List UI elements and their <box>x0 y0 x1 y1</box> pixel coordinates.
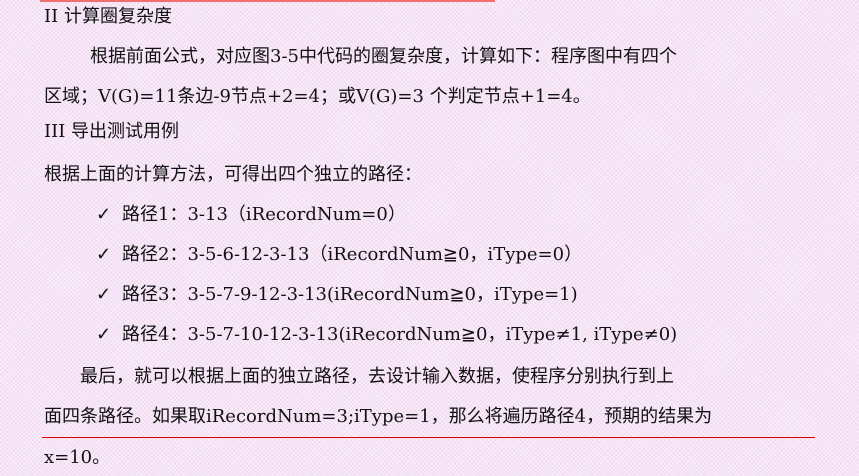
check-icon: ✓ <box>96 244 112 265</box>
paragraph-3-line-3: x=10。 <box>44 447 111 468</box>
path-item-4: ✓ 路径4：3-5-7-10-12-3-13(iRecordNum≧0，iType… <box>96 324 677 346</box>
section-heading-2: II 计算圈复杂度 <box>44 6 172 27</box>
paragraph-3-line-1: 最后，就可以根据上面的独立路径，去设计输入数据，使程序分别执行到上 <box>80 366 674 387</box>
path-text: 路径4：3-5-7-10-12-3-13(iRecordNum≧0，iType≠… <box>122 324 678 345</box>
paragraph-1-line-2: 区域；V(G)=11条边-9节点+2=4；或V(G)=3 个判定节点+1=4。 <box>44 86 591 107</box>
check-icon: ✓ <box>96 204 112 225</box>
path-item-3: ✓ 路径3：3-5-7-9-12-3-13(iRecordNum≧0，iType=… <box>96 284 578 306</box>
red-underline <box>42 437 815 438</box>
paragraph-1-line-1: 根据前面公式，对应图3-5中代码的圈复杂度，计算如下：程序图中有四个 <box>90 46 677 67</box>
path-text: 路径1：3-13（iRecordNum=0） <box>122 204 406 225</box>
section-heading-3: III 导出测试用例 <box>44 121 180 142</box>
check-icon: ✓ <box>96 324 112 345</box>
check-icon: ✓ <box>96 284 112 305</box>
path-item-2: ✓ 路径2：3-5-6-12-3-13（iRecordNum≧0，iType=0） <box>96 244 582 266</box>
paragraph-2: 根据上面的计算方法，可得出四个独立的路径： <box>44 164 422 185</box>
path-text: 路径3：3-5-7-9-12-3-13(iRecordNum≧0，iType=1… <box>122 284 578 305</box>
top-accent-bar <box>40 0 495 2</box>
path-text: 路径2：3-5-6-12-3-13（iRecordNum≧0，iType=0） <box>122 244 583 265</box>
path-item-1: ✓ 路径1：3-13（iRecordNum=0） <box>96 204 406 226</box>
paragraph-3-line-2: 面四条路径。如果取iRecordNum=3;iType=1，那么将遍历路径4，预… <box>44 406 713 427</box>
